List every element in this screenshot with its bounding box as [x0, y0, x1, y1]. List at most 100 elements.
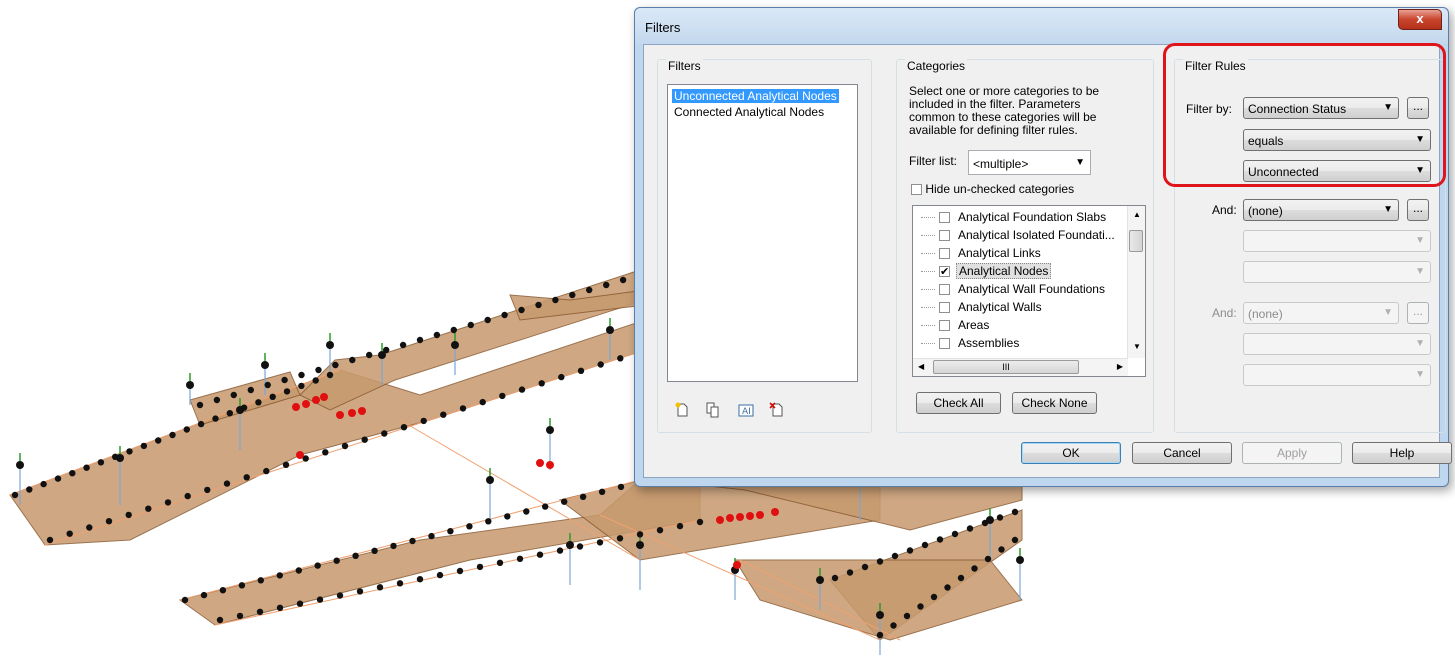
categories-description: Select one or more categories to be incl… — [909, 84, 1100, 137]
dialog-body: Filters Unconnected Analytical Nodes Con… — [643, 44, 1452, 478]
cancel-button[interactable]: Cancel — [1132, 442, 1232, 464]
filters-list[interactable]: Unconnected Analytical Nodes Connected A… — [667, 84, 858, 382]
and-value-dropdown-2[interactable]: ▼ — [1243, 364, 1431, 386]
category-item[interactable]: Analytical Links — [921, 246, 1043, 264]
tree-connector — [921, 235, 935, 237]
analytical-node — [676, 522, 684, 530]
category-item[interactable]: ✔ Analytical Nodes — [921, 263, 1052, 282]
analytical-node — [586, 286, 593, 294]
ok-button[interactable]: OK — [1021, 442, 1121, 464]
delete-filter-icon[interactable] — [769, 402, 785, 422]
analytical-node — [636, 531, 644, 538]
analytical-node — [216, 616, 224, 624]
category-checkbox[interactable] — [939, 284, 950, 296]
category-item[interactable]: Areas — [921, 318, 991, 336]
category-checkbox[interactable] — [939, 230, 950, 242]
vertical-scroll-thumb[interactable] — [1129, 230, 1143, 252]
analytical-node — [876, 631, 884, 639]
and-parameter-dropdown-1[interactable]: (none) ▼ — [1243, 199, 1399, 221]
categories-tree[interactable]: Analytical Foundation Slabs Analytical Is… — [912, 205, 1146, 377]
analytical-node — [420, 417, 427, 425]
hide-unchecked-checkbox[interactable] — [911, 184, 922, 196]
category-checkbox[interactable] — [939, 248, 950, 260]
analytical-node — [333, 557, 340, 564]
analytical-node — [314, 562, 321, 569]
filter-rules-title: Filter Rules — [1183, 59, 1248, 73]
category-item[interactable]: Analytical Walls — [921, 300, 1044, 318]
analytical-node — [566, 541, 574, 549]
unconnected-node — [302, 400, 310, 408]
and-value-dropdown-1[interactable]: ▼ — [1243, 261, 1431, 283]
analytical-node — [523, 508, 530, 515]
horizontal-scroll-thumb[interactable]: III — [933, 360, 1079, 374]
title-bar[interactable]: Filters x — [635, 8, 1448, 44]
analytical-node — [256, 608, 264, 615]
duplicate-filter-icon[interactable] — [705, 402, 721, 422]
chevron-down-icon: ▼ — [1383, 307, 1393, 318]
hide-unchecked-row[interactable]: Hide un-checked categories — [911, 182, 1074, 196]
filter-item-unconnected[interactable]: Unconnected Analytical Nodes — [672, 89, 839, 103]
analytical-node — [155, 437, 162, 444]
new-filter-icon[interactable] — [674, 402, 690, 422]
category-checkbox[interactable] — [939, 212, 950, 224]
analytical-node — [282, 461, 290, 468]
hide-unchecked-label: Hide un-checked categories — [925, 182, 1075, 196]
apply-button[interactable]: Apply — [1242, 442, 1342, 464]
help-button[interactable]: Help — [1352, 442, 1452, 464]
close-button[interactable]: x — [1398, 9, 1442, 30]
analytical-node — [479, 398, 486, 406]
category-checkbox[interactable]: ✔ — [939, 266, 950, 278]
scroll-left-icon[interactable]: ◀ — [918, 362, 924, 371]
and-ellipsis-button-2[interactable]: ... — [1407, 302, 1429, 324]
analytical-node — [381, 430, 388, 437]
tree-connector — [921, 325, 935, 327]
analytical-node — [269, 393, 276, 400]
analytical-node — [556, 547, 564, 554]
category-item[interactable]: Assemblies — [921, 336, 1021, 354]
filter-by-parameter-dropdown[interactable]: Connection Status ▼ — [1243, 97, 1399, 119]
filter-list-label: Filter list: — [909, 154, 957, 168]
analytical-node — [861, 563, 869, 571]
and-parameter-dropdown-2[interactable]: (none) ▼ — [1243, 302, 1399, 324]
analytical-node — [617, 355, 624, 362]
analytical-node — [597, 361, 604, 368]
horizontal-scrollbar[interactable]: ◀ III ▶ — [913, 358, 1128, 376]
filter-list-dropdown[interactable]: <multiple> ▼ — [968, 150, 1091, 175]
filter-by-ellipsis-button[interactable]: ... — [1407, 97, 1429, 119]
analytical-node — [399, 341, 407, 349]
chevron-down-icon: ▼ — [1415, 235, 1425, 246]
analytical-node — [247, 386, 254, 394]
analytical-node — [26, 486, 33, 493]
category-item[interactable]: Analytical Wall Foundations — [921, 282, 1107, 300]
and-ellipsis-button-1[interactable]: ... — [1407, 199, 1429, 221]
unconnected-node — [336, 411, 344, 419]
value-dropdown[interactable]: Unconnected ▼ — [1243, 160, 1431, 182]
analytical-node — [40, 480, 47, 488]
category-checkbox[interactable] — [939, 302, 950, 314]
scroll-up-icon[interactable]: ▲ — [1133, 210, 1141, 219]
vertical-scrollbar[interactable]: ▲ ▼ — [1127, 206, 1145, 358]
unconnected-node — [736, 513, 744, 521]
analytical-node — [145, 505, 152, 512]
check-none-button[interactable]: Check None — [1012, 392, 1097, 414]
analytical-node — [542, 503, 549, 510]
analytical-node — [322, 449, 329, 456]
category-item[interactable]: Analytical Isolated Foundati... — [921, 228, 1117, 246]
category-checkbox[interactable] — [939, 320, 950, 332]
filter-item-connected[interactable]: Connected Analytical Nodes — [672, 105, 826, 119]
and-operator-dropdown-1[interactable]: ▼ — [1243, 230, 1431, 252]
operator-dropdown[interactable]: equals ▼ — [1243, 129, 1431, 151]
category-checkbox[interactable] — [939, 338, 950, 350]
analytical-node — [183, 426, 190, 433]
check-all-button[interactable]: Check All — [916, 392, 1001, 414]
analytical-node — [656, 527, 664, 534]
unconnected-node — [746, 512, 754, 520]
analytical-node — [535, 301, 542, 309]
rename-filter-icon[interactable]: AI — [738, 402, 754, 422]
chevron-down-icon: ▼ — [1415, 266, 1425, 277]
category-item[interactable]: Analytical Foundation Slabs — [921, 210, 1108, 228]
scroll-right-icon[interactable]: ▶ — [1117, 362, 1123, 371]
chevron-down-icon: ▼ — [1415, 369, 1425, 380]
scroll-down-icon[interactable]: ▼ — [1133, 342, 1141, 351]
and-operator-dropdown-2[interactable]: ▼ — [1243, 333, 1431, 355]
